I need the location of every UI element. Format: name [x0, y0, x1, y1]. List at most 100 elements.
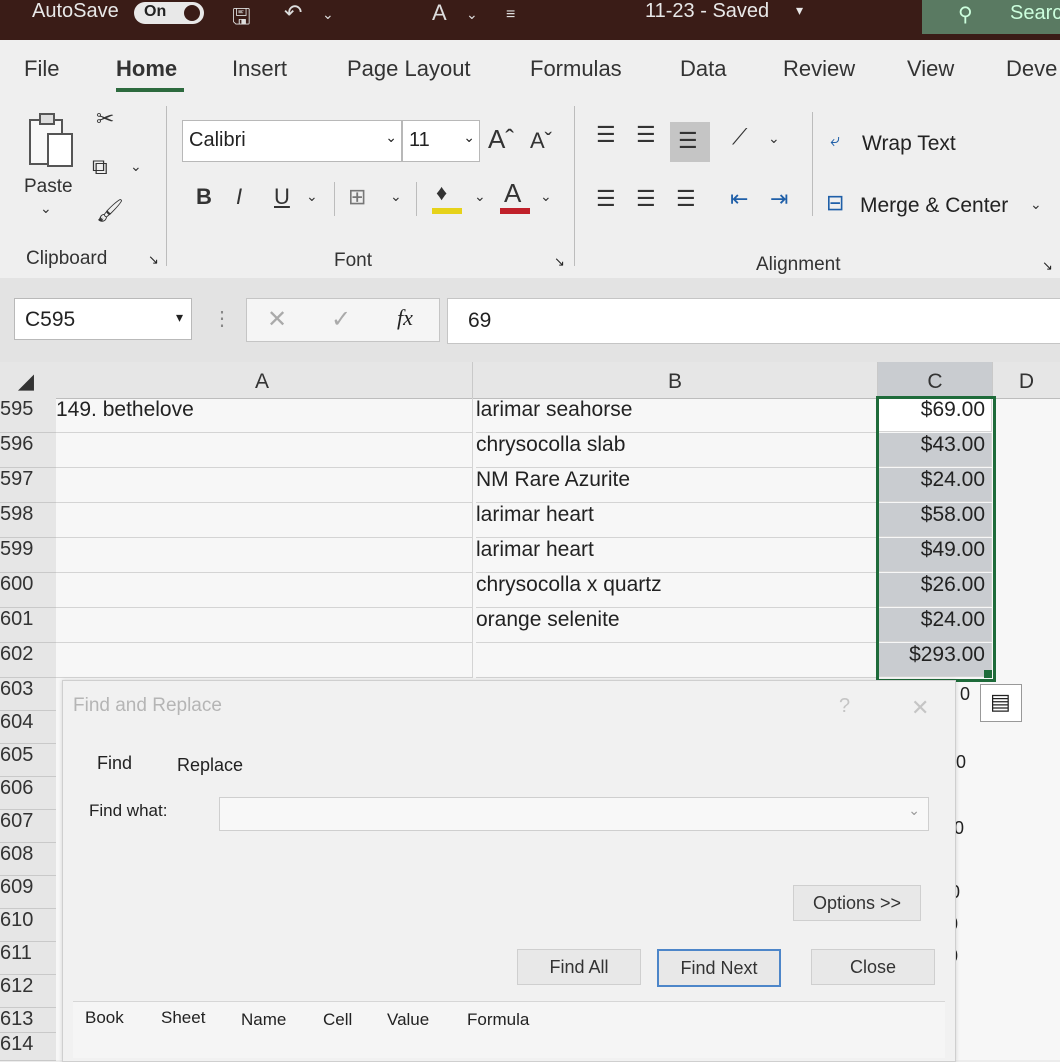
tab-developer[interactable]: Deve [1006, 56, 1057, 82]
chevron-down-icon[interactable]: ⌄ [466, 6, 478, 23]
cell-a[interactable] [56, 468, 473, 503]
row-header[interactable]: 598 [0, 503, 56, 538]
name-box[interactable]: C595 ▾ [14, 298, 192, 340]
column-header-d[interactable]: D [993, 362, 1060, 399]
tab-find[interactable]: Find [97, 753, 132, 774]
fill-dropdown-icon[interactable]: ⌄ [474, 188, 486, 205]
cell-a[interactable] [56, 503, 473, 538]
tab-replace[interactable]: Replace [177, 755, 243, 776]
orientation-dropdown-icon[interactable]: ⌄ [768, 130, 780, 147]
cell-b[interactable] [476, 643, 878, 678]
select-all-corner[interactable]: ◢ [0, 362, 53, 399]
cell-b[interactable]: NM Rare Azurite [476, 468, 878, 503]
align-center-icon[interactable]: ☰ [636, 186, 656, 212]
cell-value[interactable]: 0 [956, 752, 966, 773]
row-header[interactable]: 599 [0, 538, 56, 573]
results-col-formula[interactable]: Formula [467, 1010, 529, 1030]
paste-button[interactable] [26, 112, 74, 170]
row-header[interactable]: 614 [0, 1033, 56, 1061]
tab-home[interactable]: Home [116, 56, 177, 82]
paste-dropdown-icon[interactable]: ⌄ [40, 200, 52, 217]
align-right-icon[interactable]: ☰ [676, 186, 696, 212]
paste-label[interactable]: Paste [24, 176, 73, 198]
help-button[interactable]: ? [839, 695, 850, 718]
quick-analysis-button[interactable]: ▤ [980, 684, 1022, 722]
merge-dropdown-icon[interactable]: ⌄ [1030, 196, 1042, 213]
decrease-font-size-icon[interactable]: Aˇ [530, 128, 552, 154]
formula-bar-grip-icon[interactable]: ⋮ [212, 306, 232, 331]
cell-b[interactable]: orange selenite [476, 608, 878, 643]
options-button[interactable]: Options >> [793, 885, 921, 921]
autosave-toggle[interactable]: On [134, 2, 204, 24]
tab-file[interactable]: File [24, 56, 59, 82]
cell-b[interactable]: chrysocolla x quartz [476, 573, 878, 608]
row-header[interactable]: 600 [0, 573, 56, 608]
cell-a[interactable]: 149. bethelove [56, 398, 473, 433]
tab-formulas[interactable]: Formulas [530, 56, 622, 82]
middle-align-icon[interactable]: ☰ [636, 122, 656, 148]
search-box[interactable]: ⚲ Searc [922, 0, 1060, 34]
enter-icon[interactable]: ✓ [331, 305, 351, 334]
find-all-button[interactable]: Find All [517, 949, 641, 985]
underline-button[interactable]: U [274, 184, 290, 210]
row-header[interactable]: 596 [0, 433, 56, 468]
font-color-quick-icon[interactable]: A [432, 0, 447, 26]
tab-review[interactable]: Review [783, 56, 855, 82]
results-col-cell[interactable]: Cell [323, 1010, 352, 1030]
formula-input[interactable]: 69 [447, 298, 1060, 344]
close-icon[interactable]: ✕ [911, 695, 929, 721]
borders-dropdown-icon[interactable]: ⌄ [390, 188, 402, 205]
increase-font-size-icon[interactable]: Aˆ [488, 124, 514, 155]
clipboard-launcher-icon[interactable]: ↘ [148, 252, 159, 268]
orientation-icon[interactable]: ⟋ [732, 124, 747, 150]
row-header[interactable]: 610 [0, 909, 56, 942]
format-painter-icon[interactable]: 🖌 [96, 198, 124, 224]
tab-data[interactable]: Data [680, 56, 726, 82]
fill-color-icon[interactable]: ♦ [436, 180, 447, 206]
row-header[interactable]: 597 [0, 468, 56, 503]
row-header[interactable]: 613 [0, 1008, 56, 1033]
fill-handle[interactable] [984, 670, 992, 678]
borders-icon[interactable]: ⊞ [348, 184, 366, 210]
results-col-name[interactable]: Name [241, 1010, 286, 1030]
row-header[interactable]: 604 [0, 711, 56, 744]
row-header[interactable]: 603 [0, 678, 56, 711]
row-header[interactable]: 612 [0, 975, 56, 1008]
bottom-align-button[interactable]: ☰ [670, 122, 710, 162]
merge-center-button[interactable]: Merge & Center [860, 194, 1008, 218]
underline-dropdown-icon[interactable]: ⌄ [306, 188, 318, 205]
column-header-a[interactable]: A [52, 362, 473, 399]
align-left-icon[interactable]: ☰ [596, 186, 616, 212]
cell-b[interactable]: larimar seahorse [476, 398, 878, 433]
font-size-select[interactable]: 11 ⌄ [402, 120, 480, 162]
top-align-icon[interactable]: ☰ [596, 122, 616, 148]
copy-dropdown-icon[interactable]: ⌄ [130, 158, 142, 175]
undo-dropdown-icon[interactable]: ⌄ [322, 6, 334, 23]
close-button[interactable]: Close [811, 949, 935, 985]
row-header[interactable]: 609 [0, 876, 56, 909]
tab-view[interactable]: View [907, 56, 954, 82]
document-title[interactable]: 11-23 - Saved [645, 0, 769, 23]
font-color-icon[interactable]: A [504, 178, 521, 209]
font-launcher-icon[interactable]: ↘ [554, 254, 565, 270]
copy-icon[interactable]: ⧉ [92, 154, 108, 180]
cell-b[interactable]: larimar heart [476, 538, 878, 573]
font-color-dropdown-icon[interactable]: ⌄ [540, 188, 552, 205]
cell-b[interactable]: larimar heart [476, 503, 878, 538]
results-col-book[interactable]: Book [85, 1008, 124, 1028]
row-header[interactable]: 605 [0, 744, 56, 777]
undo-icon[interactable]: ↶ [284, 0, 302, 26]
results-col-sheet[interactable]: Sheet [161, 1008, 205, 1028]
customize-toolbar-icon[interactable]: ≡ [506, 6, 515, 24]
save-icon[interactable]: 🖫 [232, 0, 251, 38]
wrap-text-button[interactable]: Wrap Text [862, 132, 956, 156]
cell-a[interactable] [56, 538, 473, 573]
row-header[interactable]: 611 [0, 942, 56, 975]
decrease-indent-icon[interactable]: ⇤ [730, 186, 748, 212]
results-col-value[interactable]: Value [387, 1010, 429, 1030]
cell-a[interactable] [56, 433, 473, 468]
column-header-c[interactable]: C [878, 362, 993, 399]
alignment-launcher-icon[interactable]: ↘ [1042, 258, 1053, 274]
row-header[interactable]: 606 [0, 777, 56, 810]
italic-button[interactable]: I [236, 184, 242, 210]
